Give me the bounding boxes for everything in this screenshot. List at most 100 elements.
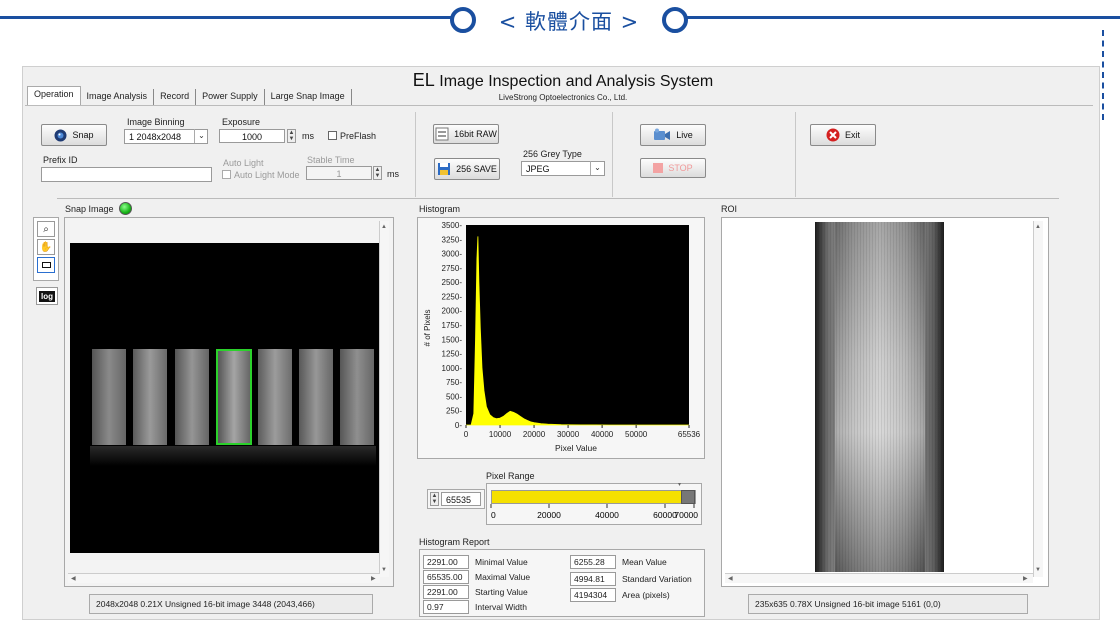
prefix-input[interactable]	[41, 167, 212, 182]
roi-label: ROI	[721, 204, 738, 214]
snap-image-canvas	[70, 243, 380, 553]
stable-time-input[interactable]: 1	[306, 166, 372, 180]
log-button[interactable]: log	[36, 287, 58, 305]
app-title-rest: Image Inspection and Analysis System	[439, 73, 714, 90]
report-value-label: Mean Value	[622, 557, 667, 567]
scroll-right-icon[interactable]: ▶	[1023, 575, 1028, 582]
y-tick-label: 1250-	[442, 350, 463, 359]
close-icon	[826, 128, 840, 142]
panel-cell	[258, 349, 292, 445]
scroll-up-icon[interactable]: ▲	[1035, 224, 1041, 230]
histogram-chart: 65536 50000 40000 30000 20000 10000 0 3500- 3250…	[423, 221, 701, 453]
histogram-frame: 65536 50000 40000 30000 20000 10000 0 3500- 3250…	[417, 217, 705, 459]
pixel-range-marker-icon: ▾	[678, 482, 682, 488]
snap-status-bar: 2048x2048 0.21X Unsigned 16-bit image 34…	[89, 594, 373, 614]
tab-operation[interactable]: Operation	[27, 86, 81, 105]
live-button-label: Live	[676, 130, 693, 140]
raw-button-label: 16bit RAW	[454, 129, 497, 139]
snap-image-label: Snap Image	[65, 204, 114, 214]
tab-large-snap-image[interactable]: Large Snap Image	[264, 89, 352, 105]
stable-time-stepper[interactable]: ▲ ▼	[373, 166, 382, 180]
report-value-label: Standard Variation	[622, 573, 692, 584]
banner-line-left	[0, 16, 452, 19]
controls-divider	[57, 198, 1059, 199]
y-tick-label: 250-	[446, 407, 462, 416]
report-value-label: Starting Value	[475, 587, 528, 597]
x-tick-label: 30000	[557, 430, 580, 439]
snap-button[interactable]: Snap	[41, 124, 107, 146]
y-tick-label: 0-	[455, 421, 462, 430]
scroll-down-icon[interactable]: ▼	[381, 567, 387, 573]
pixel-range-stepper[interactable]: ▲ ▼	[430, 492, 439, 506]
roi-scrollbar-h[interactable]	[725, 573, 1033, 583]
histogram-label: Histogram	[419, 204, 461, 214]
x-tick-label: 40000	[591, 430, 614, 439]
stable-time-value: 1	[336, 169, 342, 179]
stop-button[interactable]: STOP	[640, 158, 706, 178]
x-tick-label: 50000	[625, 430, 648, 439]
pixel-range-tick-label: 0	[491, 510, 496, 520]
exposure-stepper[interactable]: ▲ ▼	[287, 129, 296, 143]
tab-record[interactable]: Record	[154, 89, 197, 105]
chevron-down-icon[interactable]: ⌄	[194, 129, 208, 143]
autolight-label: Auto Light	[223, 158, 264, 168]
prefix-label: Prefix ID	[43, 155, 78, 165]
report-value-field[interactable]: 6255.28	[570, 555, 616, 569]
raw-file-icon	[435, 127, 449, 141]
report-value-field[interactable]: 4994.81	[570, 571, 616, 586]
autolight-mode-checkbox[interactable]	[222, 170, 231, 179]
panel-cell	[175, 349, 209, 445]
x-tick-label: 65536	[678, 430, 701, 439]
report-value-field[interactable]: 65535.00	[423, 570, 469, 584]
raw-button[interactable]: 16bit RAW	[433, 124, 499, 144]
preflash-label: PreFlash	[340, 131, 377, 141]
panel-cell-selected[interactable]	[216, 349, 252, 445]
pixel-range-tick-label: 40000	[595, 510, 619, 520]
report-value-label: Area (pixels)	[622, 590, 670, 600]
camera-lens-icon	[54, 129, 67, 141]
app-title-prefix: EL	[412, 70, 435, 90]
report-value-field[interactable]: 4194304	[570, 588, 616, 602]
live-button[interactable]: Live	[640, 124, 706, 146]
zoom-icon[interactable]: ⌕	[37, 221, 55, 237]
scroll-left-icon[interactable]: ◀	[71, 575, 76, 582]
banner-dashed-line	[1102, 30, 1104, 120]
tab-power-supply[interactable]: Power Supply	[196, 89, 265, 105]
histogram-report-label: Histogram Report	[419, 537, 490, 547]
save-button[interactable]: 256 SAVE	[434, 158, 500, 180]
chevron-down-icon[interactable]: ⌄	[590, 161, 604, 175]
hand-pan-icon[interactable]: ✋	[37, 239, 55, 255]
report-value-label: Maximal Value	[475, 572, 531, 582]
snap-scrollbar-v[interactable]	[379, 221, 389, 577]
y-tick-label: 3000-	[442, 250, 463, 259]
report-value-field[interactable]: 2291.00	[423, 555, 469, 569]
pixel-range-fill	[492, 491, 684, 503]
scroll-up-icon[interactable]: ▲	[381, 224, 387, 230]
histogram-plot-area	[466, 225, 689, 425]
pixel-range-track	[491, 490, 696, 504]
banner-title: < 軟體介面 >	[498, 10, 640, 34]
y-tick-label: 1750-	[442, 321, 463, 330]
exit-button[interactable]: Exit	[810, 124, 876, 146]
tab-image-analysis[interactable]: Image Analysis	[80, 89, 155, 105]
y-tick-label: 2250-	[442, 292, 463, 301]
exposure-value: 1000	[241, 132, 263, 142]
report-value-field[interactable]: 0.97	[423, 600, 469, 614]
banner-ring-left-icon	[450, 7, 476, 33]
pixel-range-input[interactable]: 65535	[441, 492, 481, 506]
tab-bar: Operation Image Analysis Record Power Su…	[27, 86, 352, 105]
rect-select-icon[interactable]	[37, 257, 55, 273]
scroll-down-icon[interactable]: ▼	[1035, 567, 1041, 573]
divider-1	[415, 112, 416, 197]
roi-scrollbar-v[interactable]	[1033, 221, 1043, 577]
scroll-right-icon[interactable]: ▶	[371, 575, 376, 582]
roi-image	[815, 222, 944, 572]
snap-scrollbar-h[interactable]	[68, 573, 380, 583]
panel-cell	[133, 349, 167, 445]
preflash-checkbox[interactable]	[328, 131, 337, 140]
grey-type-label: 256 Grey Type	[523, 149, 582, 159]
exposure-input[interactable]: 1000	[219, 129, 285, 143]
pixel-range-thumb[interactable]	[681, 490, 695, 504]
report-value-field[interactable]: 2291.00	[423, 585, 469, 599]
scroll-left-icon[interactable]: ◀	[728, 575, 733, 582]
